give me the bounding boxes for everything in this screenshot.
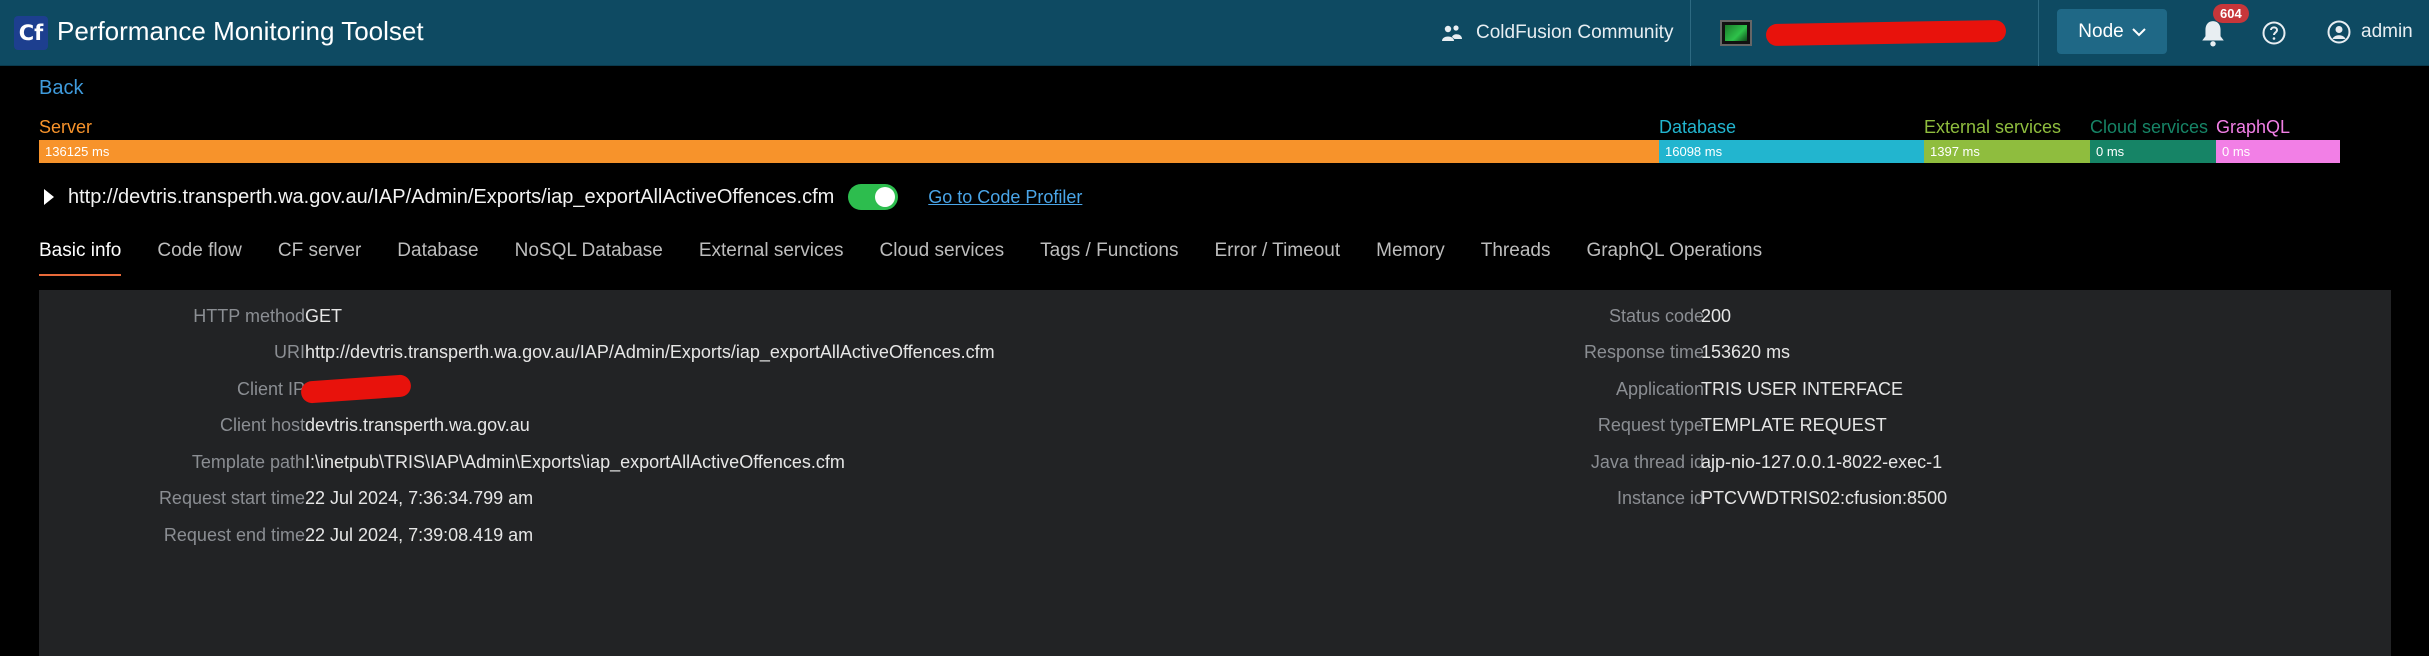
tab-external-services[interactable]: External services	[699, 240, 844, 276]
response-time-value: 153620 ms	[1701, 342, 1791, 362]
http-method-value: GET	[305, 306, 343, 326]
breakdown-bar-database[interactable]: 16098 ms	[1659, 140, 1924, 163]
field-label: Java thread id	[1590, 452, 1704, 472]
top-bar: Cf Performance Monitoring Toolset ColdFu…	[0, 0, 2429, 66]
community-icon	[1442, 25, 1462, 41]
field-label: Client IP	[236, 379, 305, 399]
tab-basic-info[interactable]: Basic info	[39, 240, 122, 276]
field-label: Response time	[1583, 342, 1704, 362]
node-dropdown[interactable]: Node	[2057, 9, 2167, 54]
app-title: Performance Monitoring Toolset	[57, 16, 424, 46]
breakdown-label-graphql: GraphQL	[2216, 117, 2291, 137]
tab-memory[interactable]: Memory	[1376, 240, 1445, 276]
coldfusion-logo: Cf	[14, 16, 48, 50]
profiler-toggle[interactable]	[848, 184, 899, 210]
breakdown-bar-server[interactable]: 136125 ms	[39, 140, 1659, 163]
basic-info-panel: HTTP method GET URI http://devtris.trans…	[39, 290, 2391, 656]
application-value: TRIS USER INTERFACE	[1701, 379, 1904, 399]
tab-database[interactable]: Database	[397, 240, 478, 276]
back-link[interactable]: Back	[39, 77, 83, 100]
tab-code-flow[interactable]: Code flow	[157, 240, 242, 276]
redacted-server-name	[1765, 19, 2007, 47]
server-status-icon	[1720, 20, 1752, 46]
user-menu[interactable]: admin	[2327, 20, 2413, 44]
notifications-icon[interactable]	[2200, 19, 2226, 47]
divider	[2038, 0, 2039, 66]
breakdown-label-cloud: Cloud services	[2090, 117, 2209, 137]
community-link[interactable]: ColdFusion Community	[1440, 20, 1673, 46]
field-label: Request end time	[163, 525, 305, 545]
field-label: Request type	[1597, 415, 1704, 435]
user-name: admin	[2361, 21, 2413, 42]
breakdown-label-server: Server	[39, 117, 93, 137]
request-end-time-value: 22 Jul 2024, 7:39:08.419 am	[305, 525, 534, 545]
code-profiler-link[interactable]: Go to Code Profiler	[928, 187, 1082, 208]
uri-value: http://devtris.transperth.wa.gov.au/IAP/…	[305, 342, 995, 362]
chevron-down-icon	[2131, 27, 2146, 36]
request-url-row: http://devtris.transperth.wa.gov.au/IAP/…	[44, 182, 1082, 212]
detail-tabs: Basic info Code flow CF server Database …	[39, 240, 1798, 276]
tab-threads[interactable]: Threads	[1481, 240, 1551, 276]
tab-tags-functions[interactable]: Tags / Functions	[1040, 240, 1178, 276]
breakdown-bar-cloud[interactable]: 0 ms	[2090, 140, 2216, 163]
redacted-client-ip	[300, 374, 412, 404]
template-path-value: I:\inetpub\TRIS\IAP\Admin\Exports\iap_ex…	[305, 452, 845, 472]
divider	[1690, 0, 1691, 66]
breakdown-label-external: External services	[1924, 117, 2062, 137]
breakdown-bar-external[interactable]: 1397 ms	[1924, 140, 2090, 163]
field-label: Application	[1615, 379, 1704, 399]
notification-badge: 604	[2213, 4, 2249, 23]
request-start-time-value: 22 Jul 2024, 7:36:34.799 am	[305, 488, 534, 508]
field-label: URI	[274, 342, 305, 362]
field-label: Status code	[1608, 306, 1704, 326]
expand-caret-icon[interactable]	[44, 189, 54, 205]
field-label: Template path	[191, 452, 305, 472]
breakdown-bar-graphql[interactable]: 0 ms	[2216, 140, 2340, 163]
client-ip-value	[300, 374, 412, 405]
node-label: Node	[2078, 20, 2124, 42]
tab-graphql-operations[interactable]: GraphQL Operations	[1586, 240, 1762, 276]
request-type-value: TEMPLATE REQUEST	[1701, 415, 1887, 435]
field-label: Instance id	[1616, 488, 1704, 508]
java-thread-id-value: ajp-nio-127.0.0.1-8022-exec-1	[1701, 452, 1943, 472]
tab-cloud-services[interactable]: Cloud services	[880, 240, 1005, 276]
tab-error-timeout[interactable]: Error / Timeout	[1214, 240, 1340, 276]
status-code-value: 200	[1701, 306, 1732, 326]
field-label: HTTP method	[193, 306, 305, 326]
client-host-value: devtris.transperth.wa.gov.au	[305, 415, 530, 435]
server-selector[interactable]	[1720, 18, 2007, 48]
request-url: http://devtris.transperth.wa.gov.au/IAP/…	[68, 185, 835, 208]
user-avatar-icon	[2327, 20, 2351, 44]
instance-id-value: PTCVWDTRIS02:cfusion:8500	[1701, 488, 1948, 508]
field-label: Client host	[219, 415, 305, 435]
help-icon[interactable]	[2262, 21, 2286, 45]
community-label: ColdFusion Community	[1476, 22, 1674, 43]
tab-cf-server[interactable]: CF server	[278, 240, 361, 276]
field-label: Request start time	[158, 488, 305, 508]
tab-nosql-database[interactable]: NoSQL Database	[515, 240, 663, 276]
breakdown-label-database: Database	[1659, 117, 1737, 137]
